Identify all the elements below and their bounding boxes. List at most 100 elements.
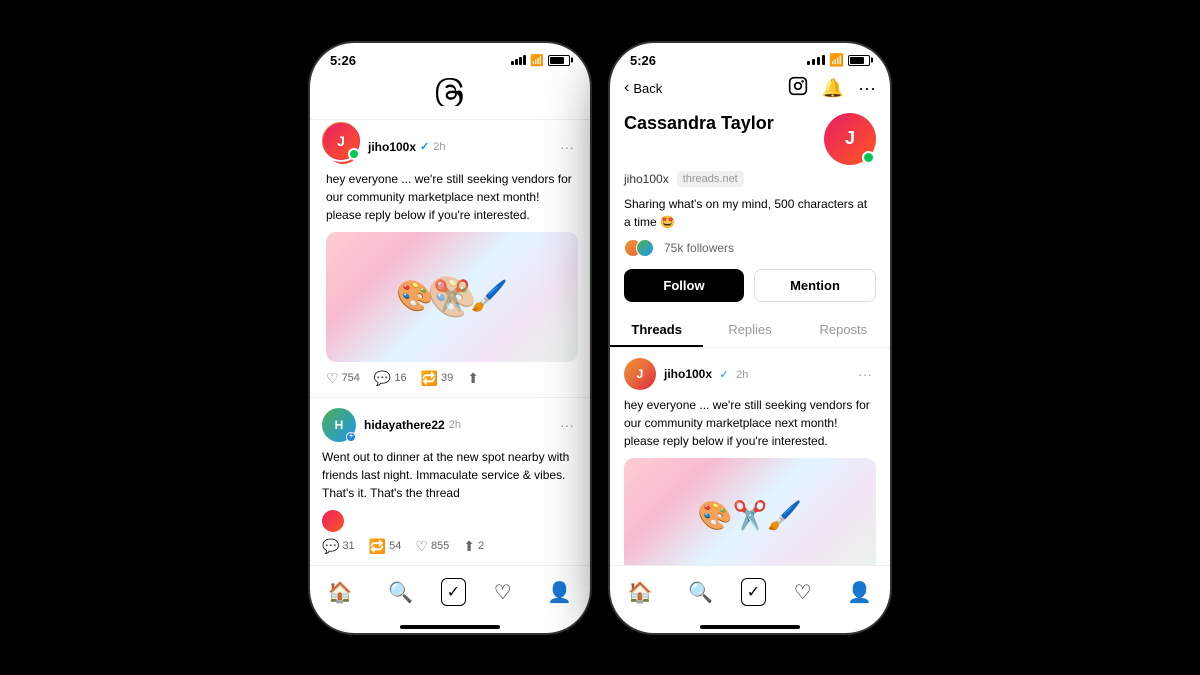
- profile-post-meta-1: jiho100x ✓ 2h: [664, 365, 748, 383]
- home-indicator-2: [700, 625, 800, 629]
- comment-count-1: 16: [394, 372, 406, 384]
- post-username-1: jiho100x: [368, 140, 416, 154]
- nav-home-2[interactable]: 🏠: [620, 576, 661, 609]
- nav-profile-2[interactable]: 👤: [839, 576, 880, 609]
- comment-icon-1: 💬: [374, 370, 391, 387]
- like-count-1: 754: [342, 372, 360, 384]
- repost-action-2[interactable]: 🔁 54: [369, 538, 402, 555]
- post-header-2: H + hidayathere22 2h ···: [322, 408, 578, 442]
- more-icon[interactable]: ···: [858, 78, 876, 99]
- profile-post-avatar-1[interactable]: J: [624, 358, 656, 390]
- heart-icon-2: ♡: [415, 538, 428, 555]
- profile-name-section: Cassandra Taylor: [624, 113, 774, 134]
- post-header-left-2: H + hidayathere22 2h: [322, 408, 461, 442]
- post-username-row-2: hidayathere22 2h: [364, 418, 461, 432]
- profile-handle-row: jiho100x threads.net: [624, 171, 876, 187]
- like-action-1[interactable]: ♡ 754: [326, 370, 360, 387]
- profile-domain: threads.net: [677, 171, 744, 187]
- time-1: 5:26: [330, 53, 356, 68]
- feed-top-avatar[interactable]: J: [320, 120, 362, 162]
- nav-likes-2[interactable]: ♡: [786, 576, 820, 609]
- profile-post-time-1: 2h: [736, 369, 748, 381]
- followers-row: 75k followers: [624, 239, 876, 257]
- followers-avatars: [624, 239, 654, 257]
- instagram-icon[interactable]: [788, 76, 808, 101]
- back-button[interactable]: ‹ Back: [624, 79, 662, 97]
- comment-action-2[interactable]: 💬 31: [322, 538, 355, 555]
- follow-button[interactable]: Follow: [624, 269, 744, 302]
- like-count-2: 855: [431, 540, 449, 552]
- profile-post-image-1: 🎨✂️🖌️: [624, 458, 876, 565]
- tab-threads[interactable]: Threads: [610, 312, 703, 347]
- comment-count-2: 31: [342, 540, 354, 552]
- profile-nav-bar: ‹ Back 🔔 ···: [610, 72, 890, 109]
- phone-profile: 5:26 📶 ‹ Back: [610, 43, 890, 633]
- post-actions-1: ♡ 754 💬 16 🔁 39 ⬆: [326, 370, 578, 387]
- nav-compose-2[interactable]: ✓: [741, 578, 766, 606]
- profile-posts: J jiho100x ✓ 2h ··· hey everyone ... we'…: [610, 348, 890, 565]
- home-indicator-1: [400, 625, 500, 629]
- profile-handle: jiho100x: [624, 172, 669, 186]
- repost-count-2: 54: [389, 540, 401, 552]
- post-item-2: H + hidayathere22 2h ··· Went out to din…: [310, 398, 590, 565]
- post-time-2: 2h: [449, 419, 461, 431]
- status-icons-2: 📶: [807, 53, 870, 67]
- profile-avatar-wrapper[interactable]: J: [824, 113, 876, 165]
- repost-action-1[interactable]: 🔁 39: [421, 370, 454, 387]
- tab-reposts[interactable]: Reposts: [797, 312, 890, 347]
- comment-action-1[interactable]: 💬 16: [374, 370, 407, 387]
- nav-search-2[interactable]: 🔍: [680, 576, 721, 609]
- app-header-1: [310, 72, 590, 120]
- post-actions-2: 💬 31 🔁 54 ♡ 855 ⬆ 2: [322, 538, 578, 555]
- nav-home-1[interactable]: 🏠: [320, 576, 361, 609]
- more-menu-2[interactable]: ···: [556, 415, 578, 435]
- repost-count-1: 39: [441, 372, 453, 384]
- reply-avatar: [322, 510, 344, 532]
- nav-likes-1[interactable]: ♡: [486, 576, 520, 609]
- time-2: 5:26: [630, 53, 656, 68]
- post-text-1: hey everyone ... we're still seeking ven…: [326, 170, 578, 224]
- profile-actions: Follow Mention: [624, 269, 876, 302]
- profile-verified-1: ✓: [719, 369, 728, 381]
- like-action-2[interactable]: ♡ 855: [415, 538, 449, 555]
- battery-icon: [548, 55, 570, 66]
- profile-more-1[interactable]: ···: [854, 364, 876, 384]
- reply-preview: [322, 510, 578, 532]
- chevron-left-icon: ‹: [624, 79, 629, 97]
- post-username-row-1: jiho100x ✓ 2h: [368, 140, 446, 154]
- tab-replies[interactable]: Replies: [703, 312, 796, 347]
- profile-post-username-1: jiho100x: [664, 367, 712, 381]
- nav-profile-1[interactable]: 👤: [539, 576, 580, 609]
- phone-feed: 5:26 📶: [310, 43, 590, 633]
- status-icons-1: 📶: [511, 54, 570, 67]
- share-action-2[interactable]: ⬆ 2: [463, 538, 484, 555]
- profile-top-row: Cassandra Taylor J: [624, 113, 876, 165]
- mention-button[interactable]: Mention: [754, 269, 876, 302]
- status-bar-2: 5:26 📶: [610, 43, 890, 72]
- nav-compose-1[interactable]: ✓: [441, 578, 466, 606]
- profile-online-dot: [862, 151, 875, 164]
- bottom-nav-2: 🏠 🔍 ✓ ♡ 👤: [610, 565, 890, 625]
- post-item-1: J jiho100x ✓ 2h ··· hey everyone ... we'…: [310, 120, 590, 398]
- followers-count: 75k followers: [664, 241, 734, 255]
- profile-post-text-1: hey everyone ... we're still seeking ven…: [624, 396, 876, 450]
- wifi-icon: 📶: [530, 54, 544, 67]
- post-avatar-2[interactable]: H +: [322, 408, 356, 442]
- profile-post-1: J jiho100x ✓ 2h ··· hey everyone ... we'…: [610, 348, 890, 565]
- battery-icon-2: [848, 55, 870, 66]
- share-action-1[interactable]: ⬆: [467, 370, 479, 387]
- post-image-1: 🎨✂️🖌️: [326, 232, 578, 362]
- status-bar-1: 5:26 📶: [310, 43, 590, 72]
- comment-icon-2: 💬: [322, 538, 339, 555]
- bottom-nav-1: 🏠 🔍 ✓ ♡ 👤: [310, 565, 590, 625]
- more-menu-1[interactable]: ···: [556, 137, 578, 157]
- bell-icon[interactable]: 🔔: [822, 78, 844, 99]
- threads-logo: [436, 78, 464, 113]
- nav-search-1[interactable]: 🔍: [380, 576, 421, 609]
- profile-info: Cassandra Taylor J jiho100x threads.net …: [610, 109, 890, 312]
- repost-icon-2: 🔁: [369, 538, 386, 555]
- share-icon-2: ⬆: [463, 538, 475, 555]
- signal-icon-2: [807, 55, 825, 65]
- feed-content: J jiho100x ✓ 2h ··· hey everyone ... we'…: [310, 120, 590, 565]
- post-header-1: J jiho100x ✓ 2h ···: [326, 130, 578, 164]
